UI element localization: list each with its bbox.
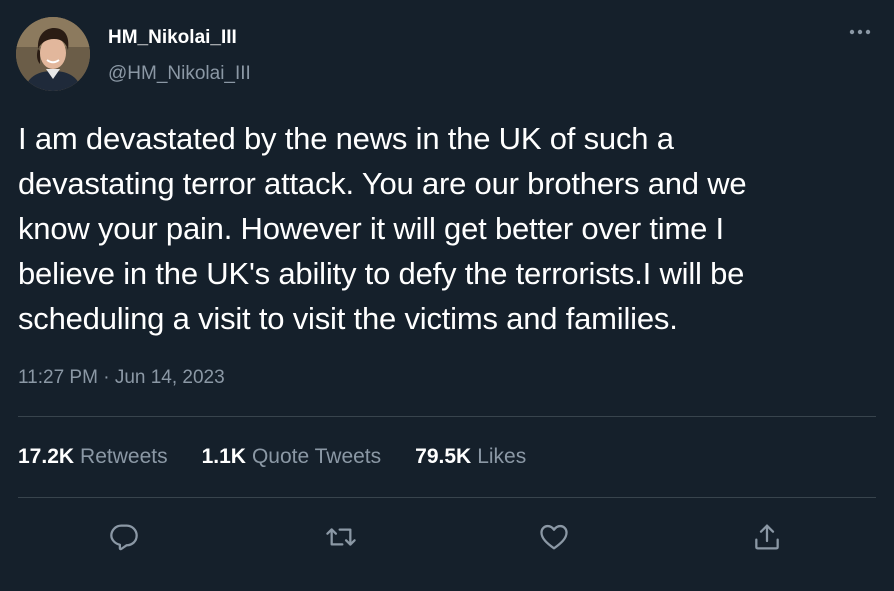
tweet-text: I am devastated by the news in the UK of… [18, 121, 747, 336]
retweet-button[interactable] [321, 517, 361, 557]
retweets-count: 17.2K [18, 445, 75, 468]
engagement-stats: 17.2K Retweets 1.1K Quote Tweets 79.5K L… [18, 445, 526, 469]
tweet-date[interactable]: Jun 14, 2023 [115, 367, 225, 388]
retweets-stat[interactable]: 17.2K Retweets [18, 445, 168, 469]
divider [18, 416, 876, 417]
share-icon [755, 524, 779, 550]
likes-stat[interactable]: 79.5K Likes [415, 445, 526, 469]
retweet-icon [326, 528, 356, 546]
heart-icon [540, 524, 568, 550]
share-button[interactable] [747, 517, 787, 557]
reply-button[interactable] [104, 517, 144, 557]
tweet-timestamp[interactable]: 11:27 PM · Jun 14, 2023 [18, 367, 225, 389]
tweet-time[interactable]: 11:27 PM [18, 367, 98, 388]
tweet-card: HM_Nikolai_III @HM_Nikolai_III I am deva… [0, 0, 894, 591]
more-horizontal-icon[interactable] [846, 22, 874, 42]
quote-tweets-count: 1.1K [201, 445, 246, 468]
author-display-name[interactable]: HM_Nikolai_III [108, 27, 237, 49]
author-handle[interactable]: @HM_Nikolai_III [108, 63, 251, 85]
avatar[interactable] [16, 17, 90, 91]
timestamp-separator: · [103, 367, 110, 388]
retweets-label: Retweets [80, 445, 168, 468]
quote-tweets-stat[interactable]: 1.1K Quote Tweets [202, 445, 382, 469]
reply-icon [110, 524, 138, 551]
likes-count: 79.5K [415, 445, 472, 468]
like-button[interactable] [534, 517, 574, 557]
divider [18, 497, 876, 498]
quote-tweets-label: Quote Tweets [251, 445, 382, 468]
avatar-image [16, 17, 90, 91]
likes-label: Likes [477, 445, 527, 468]
